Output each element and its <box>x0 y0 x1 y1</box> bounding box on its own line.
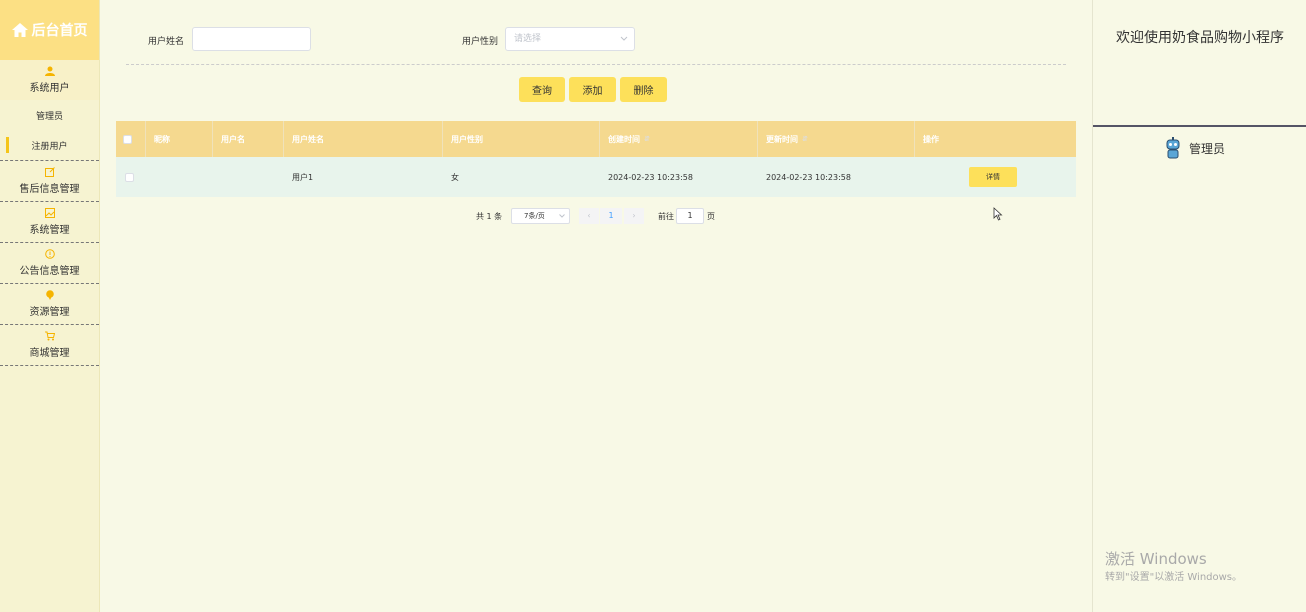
home-icon <box>11 23 28 37</box>
add-button[interactable]: 添加 <box>569 77 616 102</box>
main-content: 用户姓名 用户性别 请选择 查询 添加 删除 昵称 用户名 用户姓名 用户性别 … <box>100 0 1092 612</box>
cell-realname: 用户1 <box>292 172 314 182</box>
robot-avatar-icon <box>1166 137 1180 159</box>
prev-page-button[interactable]: ‹ <box>579 208 599 224</box>
pagination-total: 共 1 条 <box>476 212 503 221</box>
chevron-right-icon: › <box>632 211 636 220</box>
image-icon <box>44 208 55 218</box>
sidebar-item-mall[interactable]: 商城管理 <box>0 325 99 365</box>
header-label: 创建时间 <box>608 134 640 144</box>
sidebar-item-label: 公告信息管理 <box>19 266 80 277</box>
select-all-cell <box>116 121 146 157</box>
pin-icon <box>45 290 54 300</box>
cart-icon <box>44 331 55 341</box>
sidebar-item-label: 系统管理 <box>29 225 70 236</box>
chevron-left-icon: ‹ <box>587 211 591 220</box>
nav-group-system-users: 系统用户 管理员 注册用户 <box>0 60 99 161</box>
name-label: 用户姓名 <box>148 37 185 47</box>
header-realname: 用户姓名 <box>284 121 443 157</box>
info-circle-icon <box>44 249 55 259</box>
sidebar-subitem-registered-users[interactable]: 注册用户 <box>0 130 99 160</box>
right-panel: 欢迎使用奶食品购物小程序 管理员 激活 Windows 转到"设置"以激活 Wi… <box>1092 0 1306 612</box>
sidebar-item-after-sales[interactable]: 售后信息管理 <box>0 161 99 201</box>
select-all-checkbox[interactable] <box>123 134 132 144</box>
chevron-down-icon <box>620 36 628 41</box>
activation-watermark-subtitle: 转到"设置"以激活 Windows。 <box>1105 572 1243 583</box>
header-actions: 操作 <box>923 134 939 144</box>
sidebar-item-label: 资源管理 <box>29 307 70 318</box>
page-size-value: 7条/页 <box>524 212 545 220</box>
cell-nickname <box>146 157 213 197</box>
sidebar-subitem-admin[interactable]: 管理员 <box>0 100 99 130</box>
goto-suffix: 页 <box>707 212 715 221</box>
admin-user[interactable]: 管理员 <box>1165 137 1225 159</box>
divider <box>1093 125 1306 127</box>
gender-placeholder: 请选择 <box>514 34 542 44</box>
delete-button[interactable]: 删除 <box>620 77 667 102</box>
gender-label: 用户性别 <box>462 37 499 47</box>
header-nickname: 昵称 <box>146 121 213 157</box>
cell-username <box>213 157 284 197</box>
activation-watermark-title: 激活 Windows <box>1105 550 1207 568</box>
row-select-cell <box>116 157 146 197</box>
cell-actions: 详情 <box>915 157 1076 197</box>
sidebar-item-label: 商城管理 <box>29 348 70 359</box>
sidebar-item-resources[interactable]: 资源管理 <box>0 284 99 324</box>
name-input[interactable] <box>192 27 311 51</box>
header-updated-time[interactable]: 更新时间 ⇵ <box>758 121 915 157</box>
cell-updated-time: 2024-02-23 10:23:58 <box>766 172 851 182</box>
page-number-current[interactable]: 1 <box>600 208 622 224</box>
goto-page-input[interactable]: 1 <box>676 208 704 224</box>
sort-icon[interactable]: ⇵ <box>802 135 808 143</box>
logo-title: 后台首页 <box>31 23 88 39</box>
home-link[interactable]: 后台首页 <box>0 0 99 60</box>
sidebar-item-label: 系统用户 <box>29 83 70 94</box>
divider <box>126 64 1066 65</box>
gender-select[interactable]: 请选择 <box>505 27 635 51</box>
header-username: 用户名 <box>213 121 284 157</box>
welcome-title: 欢迎使用奶食品购物小程序 <box>1116 30 1284 46</box>
nav-group-resources: 资源管理 <box>0 284 99 325</box>
table-header: 昵称 用户名 用户姓名 用户性别 创建时间 ⇵ 更新时间 ⇵ 操作 <box>116 121 1076 157</box>
sidebar: 后台首页 系统用户 管理员 注册用户 售后信息管理 系统管理 公告信息管理 资源… <box>0 0 100 612</box>
admin-role: 管理员 <box>1189 141 1226 156</box>
row-checkbox[interactable] <box>125 172 134 182</box>
sidebar-item-label: 售后信息管理 <box>19 184 80 195</box>
user-icon <box>44 66 55 76</box>
header-gender: 用户性别 <box>443 121 600 157</box>
query-button[interactable]: 查询 <box>519 77 565 102</box>
sidebar-item-announcements[interactable]: 公告信息管理 <box>0 243 99 283</box>
chevron-down-icon <box>559 214 565 218</box>
page-size-select[interactable]: 7条/页 <box>511 208 570 224</box>
detail-button[interactable]: 详情 <box>969 167 1017 187</box>
nav-group-system-management: 系统管理 <box>0 202 99 243</box>
sidebar-item-system-management[interactable]: 系统管理 <box>0 202 99 242</box>
edit-icon <box>44 167 55 177</box>
nav-group-mall: 商城管理 <box>0 325 99 366</box>
header-label: 更新时间 <box>766 134 798 144</box>
search-form: 用户姓名 用户性别 请选择 <box>100 27 1092 51</box>
mouse-cursor-icon <box>993 207 1003 221</box>
sidebar-item-system-users[interactable]: 系统用户 <box>0 60 99 100</box>
cell-gender: 女 <box>451 172 459 182</box>
nav-group-announcements: 公告信息管理 <box>0 243 99 284</box>
goto-prefix: 前往 <box>658 212 674 221</box>
cell-created-time: 2024-02-23 10:23:58 <box>608 172 693 182</box>
table-row: 用户1 女 2024-02-23 10:23:58 2024-02-23 10:… <box>116 157 1076 197</box>
header-created-time[interactable]: 创建时间 ⇵ <box>600 121 758 157</box>
users-table: 昵称 用户名 用户姓名 用户性别 创建时间 ⇵ 更新时间 ⇵ 操作 用户1 女 … <box>116 121 1076 197</box>
nav-group-after-sales: 售后信息管理 <box>0 161 99 202</box>
next-page-button[interactable]: › <box>624 208 644 224</box>
sort-icon[interactable]: ⇵ <box>644 135 650 143</box>
pagination: 共 1 条 7条/页 ‹ 1 › 前往 1 页 <box>100 208 1092 224</box>
